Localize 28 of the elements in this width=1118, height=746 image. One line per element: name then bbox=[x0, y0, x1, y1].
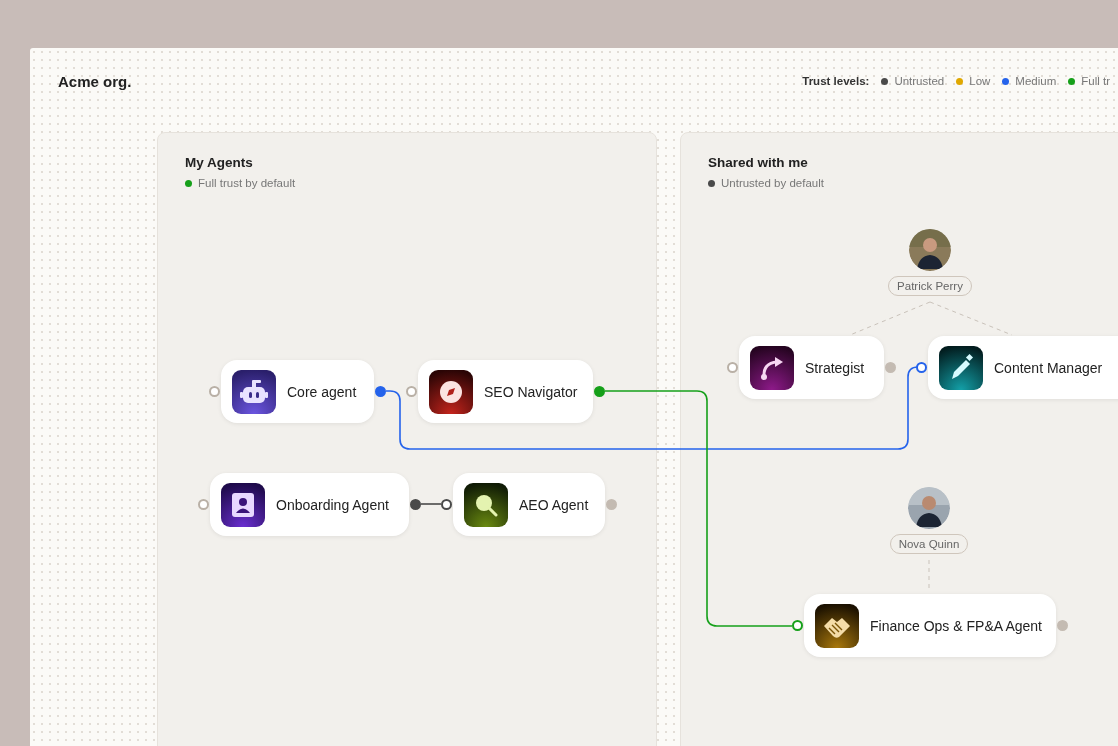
agent-card[interactable]: Content Manager bbox=[928, 336, 1118, 399]
port[interactable] bbox=[375, 386, 386, 397]
robot-icon bbox=[232, 369, 276, 414]
panel-subtitle: Full trust by default bbox=[198, 177, 296, 189]
handshake-icon bbox=[815, 603, 859, 648]
org-title: Acme org. bbox=[58, 72, 132, 90]
agent-card[interactable]: Strategist bbox=[739, 336, 884, 399]
owner-label: Nova Quinn bbox=[889, 534, 969, 554]
panel-subtitle: Untrusted by default bbox=[721, 177, 824, 189]
connector-line bbox=[420, 503, 442, 505]
agent-card[interactable]: AEO Agent bbox=[453, 473, 605, 536]
agent-card[interactable]: Finance Ops & FP&A Agent bbox=[804, 594, 1056, 657]
pencil-icon bbox=[939, 345, 983, 390]
magnifier-icon bbox=[464, 482, 508, 527]
agent-card[interactable]: Core agent bbox=[221, 360, 374, 423]
legend-item: Low bbox=[969, 75, 991, 87]
panel-title: Shared with me bbox=[708, 155, 809, 170]
legend-label: Trust levels: bbox=[802, 75, 870, 87]
compass-icon bbox=[429, 369, 473, 414]
panel-title: My Agents bbox=[185, 155, 254, 170]
port[interactable] bbox=[410, 499, 421, 510]
agent-card[interactable]: Onboarding Agent bbox=[210, 473, 409, 536]
legend-item: Medium bbox=[1015, 75, 1057, 87]
agent-card[interactable]: SEO Navigator bbox=[418, 360, 593, 423]
legend-item: Full tr bbox=[1081, 75, 1110, 87]
legend-item: Untrusted bbox=[894, 75, 945, 87]
owner-label: Patrick Perry bbox=[888, 276, 972, 296]
person-icon bbox=[221, 482, 265, 527]
